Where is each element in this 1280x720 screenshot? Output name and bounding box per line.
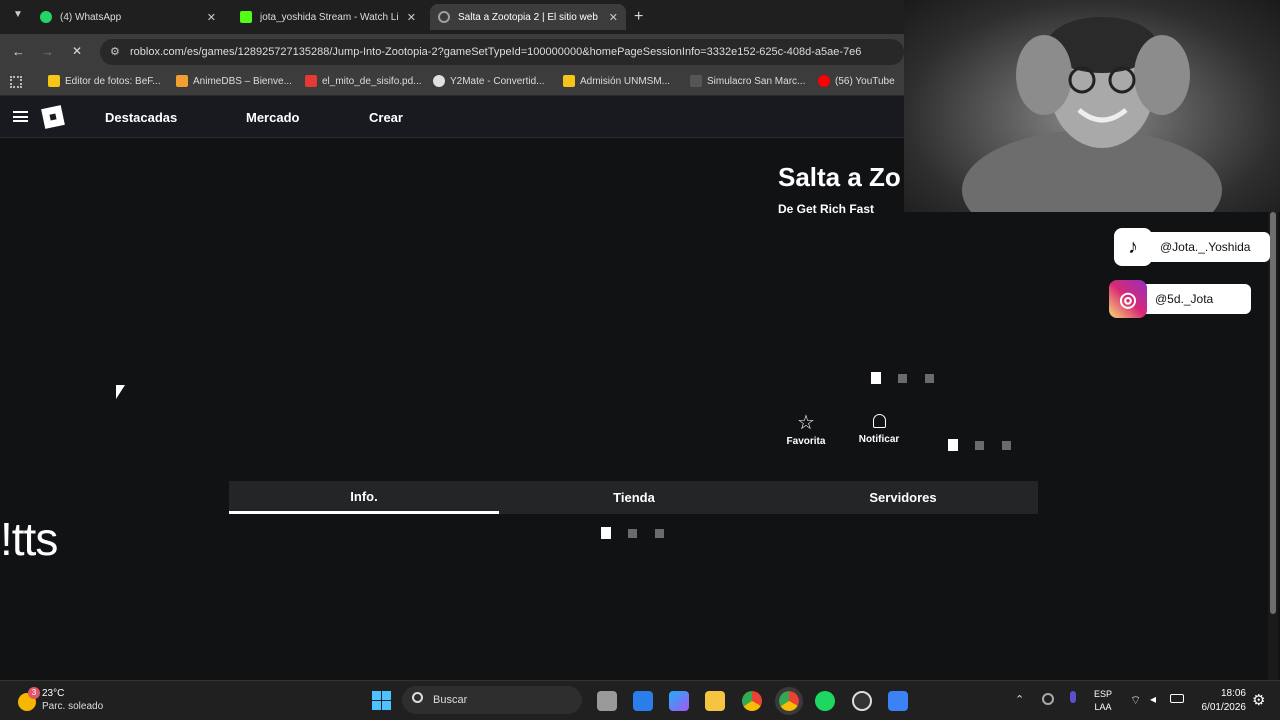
nav-featured[interactable]: Destacadas	[105, 110, 177, 125]
bookmark-item[interactable]: Simulacro San Marc...	[690, 75, 805, 87]
favorite-button[interactable]: ☆ Favorita	[782, 412, 830, 447]
notify-button[interactable]: Notificar	[852, 412, 906, 445]
game-tabs: Info. Tienda Servidores	[229, 481, 1038, 514]
bookmark-item[interactable]: el_mito_de_sisifo.pd...	[305, 75, 422, 87]
bookmark-icon	[48, 75, 60, 87]
search-box[interactable]: Buscar	[402, 686, 582, 714]
youtube-icon	[818, 75, 830, 87]
file-explorer-icon[interactable]	[705, 691, 725, 711]
tab-store[interactable]: Tienda	[499, 481, 769, 514]
nav-create[interactable]: Crear	[369, 110, 403, 125]
tts-overlay-text: !tts	[0, 513, 58, 565]
chrome-icon[interactable]	[742, 691, 762, 711]
stop-loading-icon[interactable]: ✕	[72, 44, 82, 58]
task-view-icon[interactable]	[597, 691, 617, 711]
url-text: roblox.com/es/games/128925727135288/Jump…	[130, 46, 862, 58]
whatsapp-icon	[40, 11, 52, 23]
windows-start-icon[interactable]	[372, 691, 391, 710]
bookmark-item[interactable]: Y2Mate - Convertid...	[433, 75, 544, 87]
tab-title: (4) WhatsApp	[60, 11, 122, 23]
tab-kick-stream[interactable]: jota_yoshida Stream - Watch Li ✕	[232, 4, 424, 30]
loading-dot	[871, 372, 881, 384]
apps-grid-icon[interactable]	[10, 76, 22, 88]
settings-gear-icon[interactable]: ⚙	[1252, 691, 1265, 709]
loading-dot	[948, 439, 958, 451]
tab-title: jota_yoshida Stream - Watch Li	[260, 11, 399, 23]
bell-icon	[872, 414, 886, 428]
address-bar[interactable]: ⚙ roblox.com/es/games/128925727135288/Ju…	[100, 39, 904, 65]
store-icon[interactable]	[633, 691, 653, 711]
weather-widget[interactable]: 3 23°C Parc. soleado	[18, 687, 128, 715]
new-tab-icon[interactable]: +	[634, 8, 643, 26]
clock-time: 18:06	[1220, 688, 1246, 699]
windows-taskbar: 3 23°C Parc. soleado Buscar ⌃ ESP LAA ⌔ …	[0, 680, 1280, 720]
close-icon[interactable]: ✕	[407, 11, 416, 24]
search-icon	[412, 692, 423, 703]
y2mate-icon	[433, 75, 445, 87]
roblox-logo-icon[interactable]	[41, 105, 65, 129]
close-icon[interactable]: ✕	[207, 11, 216, 24]
instagram-handle: ◎ @5d._Jota	[1109, 280, 1251, 318]
wifi-icon[interactable]: ⌔	[1130, 693, 1141, 708]
loading-dot	[628, 529, 637, 538]
tab-info[interactable]: Info.	[229, 481, 499, 514]
streamer-webcam-image	[962, 17, 1222, 250]
bookmark-item[interactable]: Editor de fotos: BeF...	[48, 75, 161, 87]
tab-list-dropdown-icon[interactable]: ▼	[10, 9, 26, 25]
star-icon: ☆	[797, 412, 815, 434]
weather-temp: 23°C	[42, 688, 65, 699]
mic-icon[interactable]	[1070, 691, 1076, 703]
tab-servers[interactable]: Servidores	[768, 481, 1038, 514]
site-settings-icon[interactable]: ⚙	[110, 45, 120, 58]
show-hidden-icons[interactable]: ⌃	[1015, 693, 1024, 706]
game-creator[interactable]: De Get Rich Fast	[778, 202, 874, 216]
loading-dot	[925, 374, 934, 383]
search-placeholder: Buscar	[433, 694, 468, 706]
loading-dot	[601, 527, 611, 539]
tab-title: Salta a Zootopia 2 | El sitio web	[458, 11, 598, 23]
scrollbar[interactable]	[1268, 212, 1278, 680]
language-indicator[interactable]: ESP LAA	[1094, 688, 1112, 714]
chrome-active-icon[interactable]	[775, 687, 803, 715]
tiktok-icon: ♪	[1114, 228, 1152, 266]
globe-icon	[438, 11, 450, 23]
bookmark-item[interactable]: Admisión UNMSM...	[563, 75, 670, 87]
copilot-icon[interactable]	[669, 691, 689, 711]
tab-whatsapp[interactable]: (4) WhatsApp ✕	[32, 4, 224, 30]
bookmark-item[interactable]: AnimeDBS – Bienve...	[176, 75, 292, 87]
mouse-cursor-icon	[116, 385, 125, 399]
weather-desc: Parc. soleado	[42, 701, 104, 712]
bookmark-icon	[176, 75, 188, 87]
pdf-icon	[305, 75, 317, 87]
webcam-overlay	[904, 0, 1280, 250]
roblox-studio-icon[interactable]	[888, 691, 908, 711]
game-title: Salta a Zo	[778, 162, 901, 192]
menu-icon[interactable]	[13, 111, 28, 122]
loading-dot	[975, 441, 984, 450]
bookmark-item[interactable]: (56) YouTube	[818, 75, 895, 87]
favorite-label: Favorita	[786, 436, 826, 447]
bookmark-icon	[690, 75, 702, 87]
kick-icon	[240, 11, 252, 23]
spotify-icon[interactable]	[815, 691, 835, 711]
notify-label: Notificar	[858, 434, 900, 445]
loading-dot	[655, 529, 664, 538]
loading-dot	[1002, 441, 1011, 450]
bookmark-icon	[563, 75, 575, 87]
tiktok-handle: ♪ @Jota._.Yoshida	[1114, 228, 1270, 266]
weather-badge: 3	[28, 687, 40, 699]
back-icon[interactable]: ←	[12, 44, 25, 59]
battery-icon[interactable]	[1170, 694, 1184, 703]
clock[interactable]: 18:06 6/01/2026	[1196, 687, 1247, 715]
sync-off-icon[interactable]	[1042, 693, 1054, 705]
instagram-icon: ◎	[1109, 280, 1147, 318]
tab-roblox-game[interactable]: Salta a Zootopia 2 | El sitio web ✕	[430, 4, 626, 30]
nav-market[interactable]: Mercado	[246, 110, 299, 125]
loading-dot	[898, 374, 907, 383]
clock-date: 6/01/2026	[1201, 702, 1247, 713]
forward-icon[interactable]: →	[41, 44, 54, 59]
volume-icon[interactable]: ◂	[1150, 692, 1156, 706]
obs-icon[interactable]	[852, 691, 872, 711]
close-icon[interactable]: ✕	[609, 11, 618, 24]
